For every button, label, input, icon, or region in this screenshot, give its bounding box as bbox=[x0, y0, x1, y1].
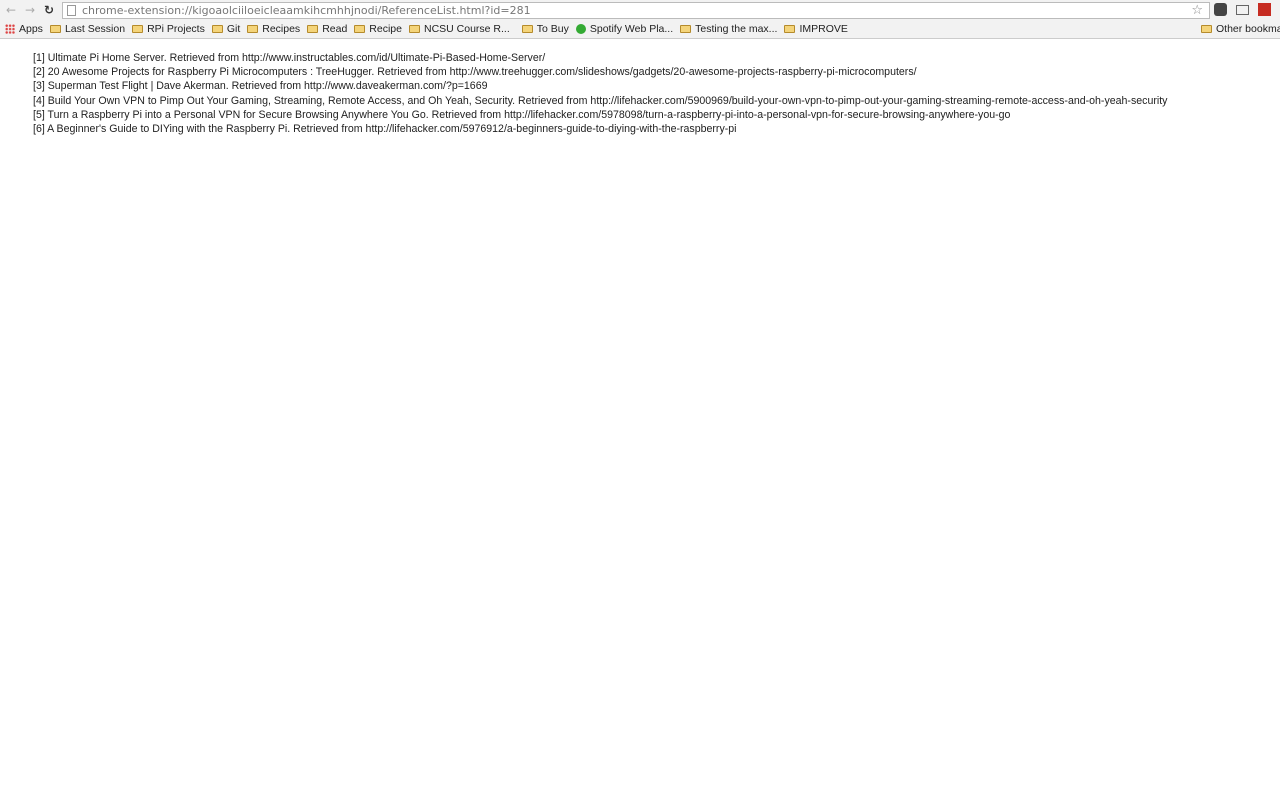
bookmark-item[interactable]: Read bbox=[307, 23, 347, 35]
forward-button[interactable]: → bbox=[22, 3, 38, 17]
bookmark-item[interactable]: To Buy bbox=[521, 23, 569, 35]
bookmark-apps[interactable]: Apps bbox=[0, 23, 43, 35]
reference-item: [6] A Beginner's Guide to DIYing with th… bbox=[33, 123, 737, 136]
folder-icon bbox=[680, 25, 692, 33]
browser-toolbar: ← → ↻ chrome-extension://kigoaolciiloeic… bbox=[0, 0, 1280, 20]
page-icon bbox=[67, 5, 76, 16]
bookmark-label: Other bookma bbox=[1216, 23, 1280, 35]
address-bar[interactable]: chrome-extension://kigoaolciiloeicleaamk… bbox=[62, 2, 1210, 19]
folder-icon bbox=[49, 25, 61, 33]
reference-item: [5] Turn a Raspberry Pi into a Personal … bbox=[33, 108, 1011, 121]
reload-button[interactable]: ↻ bbox=[41, 3, 57, 17]
spotify-icon bbox=[575, 24, 586, 34]
folder-icon bbox=[408, 25, 420, 33]
bookmark-item[interactable]: NCSU Course R... bbox=[408, 23, 510, 35]
bookmark-item[interactable]: Testing the max... bbox=[680, 23, 777, 35]
reference-item: [4] Build Your Own VPN to Pimp Out Your … bbox=[33, 94, 1168, 107]
red-book-icon[interactable] bbox=[1258, 3, 1271, 16]
bookmark-label: Spotify Web Pla... bbox=[589, 23, 674, 35]
bookmark-item[interactable]: Spotify Web Pla... bbox=[575, 23, 674, 35]
reference-item: [3] Superman Test Flight | Dave Akerman.… bbox=[33, 80, 488, 93]
reference-item: [1] Ultimate Pi Home Server. Retrieved f… bbox=[33, 52, 546, 64]
bookmark-label: Recipe bbox=[369, 23, 402, 35]
bookmark-other[interactable]: Other bookma bbox=[1201, 23, 1280, 35]
folder-icon bbox=[354, 25, 366, 33]
folder-icon bbox=[784, 25, 796, 33]
bookmark-item[interactable]: IMPROVE bbox=[784, 23, 848, 35]
bookmark-label: RPi Projects bbox=[147, 23, 205, 35]
back-button[interactable]: ← bbox=[3, 3, 19, 17]
folder-icon bbox=[132, 25, 144, 33]
bookmark-item[interactable]: Last Session bbox=[49, 23, 126, 35]
cast-icon[interactable] bbox=[1236, 5, 1249, 15]
folder-icon bbox=[211, 25, 223, 33]
pocket-icon[interactable] bbox=[1214, 3, 1227, 16]
bookmarks-bar: Apps Last Session RPi Projects Git Recip… bbox=[0, 20, 1280, 39]
apps-icon bbox=[5, 24, 15, 34]
bookmark-label: Last Session bbox=[64, 23, 126, 35]
bookmark-item[interactable]: Git bbox=[211, 23, 241, 35]
bookmark-item[interactable]: Recipes bbox=[247, 23, 300, 35]
reference-list: [1] Ultimate Pi Home Server. Retrieved f… bbox=[0, 39, 1280, 136]
bookmark-label: Git bbox=[226, 23, 241, 35]
reference-item: [2] 20 Awesome Projects for Raspberry Pi… bbox=[33, 66, 917, 79]
bookmark-label: Testing the max... bbox=[695, 23, 778, 35]
folder-icon bbox=[247, 25, 259, 33]
folder-icon bbox=[521, 25, 533, 33]
bookmark-label: IMPROVE bbox=[799, 23, 848, 35]
bookmark-label: Apps bbox=[19, 23, 43, 35]
bookmark-label: To Buy bbox=[536, 23, 569, 35]
url-text: chrome-extension://kigoaolciiloeicleaamk… bbox=[82, 4, 531, 17]
bookmark-label: Read bbox=[322, 23, 348, 35]
star-icon[interactable]: ☆ bbox=[1191, 3, 1203, 18]
folder-icon bbox=[1201, 25, 1212, 33]
folder-icon bbox=[307, 25, 319, 33]
bookmark-item[interactable]: RPi Projects bbox=[132, 23, 205, 35]
bookmark-label: Recipes bbox=[262, 23, 301, 35]
bookmark-item[interactable]: Recipe bbox=[354, 23, 402, 35]
bookmark-label: NCSU Course R... bbox=[423, 23, 510, 35]
